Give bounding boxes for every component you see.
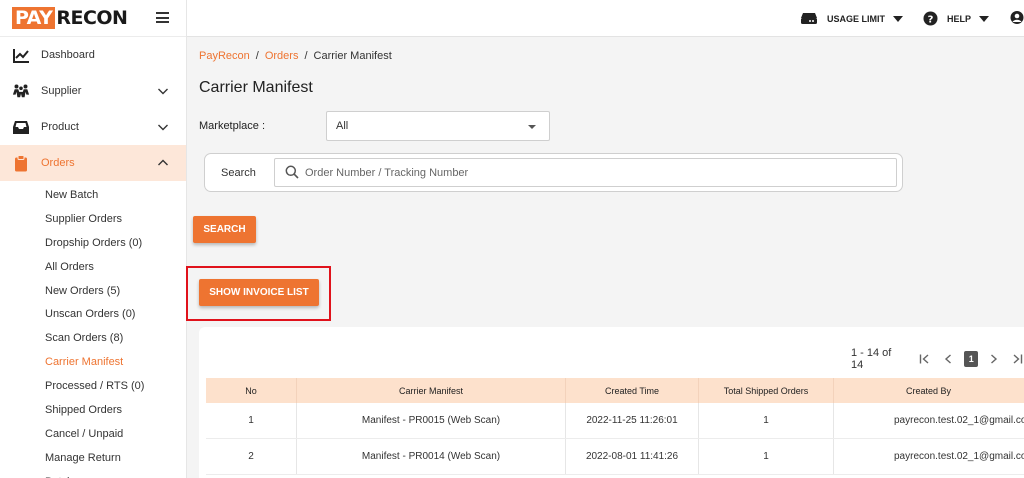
breadcrumb-current: Carrier Manifest <box>313 50 392 62</box>
chevron-down-icon <box>158 124 168 131</box>
table-cell-created-by: payrecon.test.02_1@gmail.com <box>894 415 1024 426</box>
sidebar-subitem-processed-rts[interactable]: Processed / RTS (0) <box>0 374 186 398</box>
sidebar-item-orders[interactable]: Orders <box>0 145 186 181</box>
column-header-carrier-manifest[interactable]: Carrier Manifest <box>297 378 566 403</box>
current-page[interactable]: 1 <box>964 351 979 367</box>
column-header-created-by[interactable]: Created By <box>834 378 1024 403</box>
sidebar-subitem-cancel-unpaid[interactable]: Cancel / Unpaid <box>0 422 186 446</box>
page-title: Carrier Manifest <box>199 79 313 96</box>
pagination-range: 1 - 14 of 14 <box>851 347 892 371</box>
top-bar: USAGE LIMIT ? HELP <box>187 0 1024 37</box>
manifest-table-card: 1 - 14 of 14 1 No Carrier Manifest Creat… <box>199 327 1024 478</box>
breadcrumb-home[interactable]: PayRecon <box>199 50 250 62</box>
search-label: Search <box>221 167 256 179</box>
box-icon <box>12 118 30 136</box>
sidebar-item-dashboard[interactable]: Dashboard <box>0 37 186 73</box>
people-icon <box>12 82 30 100</box>
show-invoice-list-button[interactable]: SHOW INVOICE LIST <box>199 279 319 306</box>
table-cell-total-shipped: 1 <box>699 403 834 438</box>
user-avatar-icon <box>1010 10 1024 27</box>
sidebar-subitem-batch[interactable]: Batch <box>0 470 186 478</box>
chevron-down-icon <box>158 88 168 95</box>
breadcrumb-separator: / <box>255 50 259 62</box>
payrecon-logo[interactable]: PAY RECON <box>12 6 128 29</box>
table-cell-no: 2 <box>206 439 297 474</box>
table-row[interactable]: 1 Manifest - PR0015 (Web Scan) 2022-11-2… <box>206 403 1024 439</box>
help-menu[interactable]: ? HELP <box>923 0 990 37</box>
table-cell-created-time: 2022-08-01 11:41:26 <box>566 439 699 474</box>
main-content: PayRecon / Orders / Carrier Manifest Car… <box>186 37 1024 478</box>
sidebar-subitem-dropship-orders[interactable]: Dropship Orders (0) <box>0 231 186 255</box>
pagination: 1 - 14 of 14 1 <box>851 347 1024 371</box>
breadcrumb-orders[interactable]: Orders <box>265 50 299 62</box>
sidebar-subitem-carrier-manifest[interactable]: Carrier Manifest <box>0 350 186 374</box>
table-cell-created-by: payrecon.test.02_1@gmail.com <box>894 451 1024 462</box>
marketplace-select[interactable]: All <box>326 111 550 141</box>
sidebar-item-label: Orders <box>41 157 75 169</box>
sidebar-subitem-new-batch[interactable]: New Batch <box>0 183 186 207</box>
hard-drive-icon <box>800 12 818 25</box>
sidebar-item-label: Dashboard <box>41 49 95 61</box>
next-page-icon[interactable] <box>985 351 1003 367</box>
usage-limit-menu[interactable]: USAGE LIMIT <box>800 0 903 37</box>
usage-limit-label: USAGE LIMIT <box>827 13 885 24</box>
help-circle-icon: ? <box>923 11 938 26</box>
column-header-no[interactable]: No <box>206 378 297 403</box>
sidebar-subitem-all-orders[interactable]: All Orders <box>0 255 186 279</box>
caret-down-icon <box>893 15 903 22</box>
sidebar-item-label: Supplier <box>41 85 82 97</box>
prev-page-icon[interactable] <box>939 351 957 367</box>
logo-pay: PAY <box>12 7 56 29</box>
user-menu[interactable] <box>1010 0 1024 37</box>
sidebar-subitem-manage-return[interactable]: Manage Return <box>0 446 186 470</box>
clipboard-icon <box>12 154 30 172</box>
table-cell-total-shipped: 1 <box>699 439 834 474</box>
breadcrumb: PayRecon / Orders / Carrier Manifest <box>199 50 392 62</box>
breadcrumb-separator: / <box>304 50 308 62</box>
column-header-total-shipped-orders[interactable]: Total Shipped Orders <box>699 378 834 403</box>
table-cell-carrier-manifest: Manifest - PR0015 (Web Scan) <box>297 403 566 438</box>
sidebar-subitem-new-orders[interactable]: New Orders (5) <box>0 279 186 303</box>
column-header-created-time[interactable]: Created Time <box>566 378 699 403</box>
help-label: HELP <box>947 13 972 24</box>
sidebar: PAY RECON Dashboard Supplier Product Orde… <box>0 0 187 478</box>
last-page-icon[interactable] <box>1008 351 1024 367</box>
sidebar-item-product[interactable]: Product <box>0 109 186 145</box>
orders-submenu: New Batch Supplier Orders Dropship Order… <box>0 181 186 478</box>
sidebar-subitem-shipped-orders[interactable]: Shipped Orders <box>0 398 186 422</box>
sidebar-item-label: Product <box>41 121 79 133</box>
table-cell-no: 1 <box>206 403 297 438</box>
sidebar-subitem-scan-orders[interactable]: Scan Orders (8) <box>0 326 186 350</box>
marketplace-selected-value: All <box>336 120 349 132</box>
caret-down-icon <box>979 15 990 22</box>
marketplace-label: Marketplace : <box>199 120 266 132</box>
search-input[interactable] <box>274 158 897 187</box>
chart-line-icon <box>12 46 30 64</box>
first-page-icon[interactable] <box>916 351 934 367</box>
table-cell-carrier-manifest: Manifest - PR0014 (Web Scan) <box>297 439 566 474</box>
logo-recon: RECON <box>56 6 128 29</box>
manifest-table: No Carrier Manifest Created Time Total S… <box>206 378 1024 475</box>
search-panel: Search <box>204 153 903 192</box>
sidebar-item-supplier[interactable]: Supplier <box>0 73 186 109</box>
table-header-row: No Carrier Manifest Created Time Total S… <box>206 378 1024 403</box>
svg-text:?: ? <box>928 15 934 26</box>
sidebar-subitem-supplier-orders[interactable]: Supplier Orders <box>0 207 186 231</box>
sidebar-subitem-unscan-orders[interactable]: Unscan Orders (0) <box>0 302 186 326</box>
brand-bar: PAY RECON <box>0 0 186 37</box>
table-row[interactable]: 2 Manifest - PR0014 (Web Scan) 2022-08-0… <box>206 439 1024 475</box>
table-cell-created-time: 2022-11-25 11:26:01 <box>566 403 699 438</box>
search-button[interactable]: SEARCH <box>193 216 256 243</box>
hamburger-menu-icon[interactable] <box>156 12 169 23</box>
chevron-up-icon <box>158 159 168 166</box>
caret-down-icon <box>528 125 536 129</box>
